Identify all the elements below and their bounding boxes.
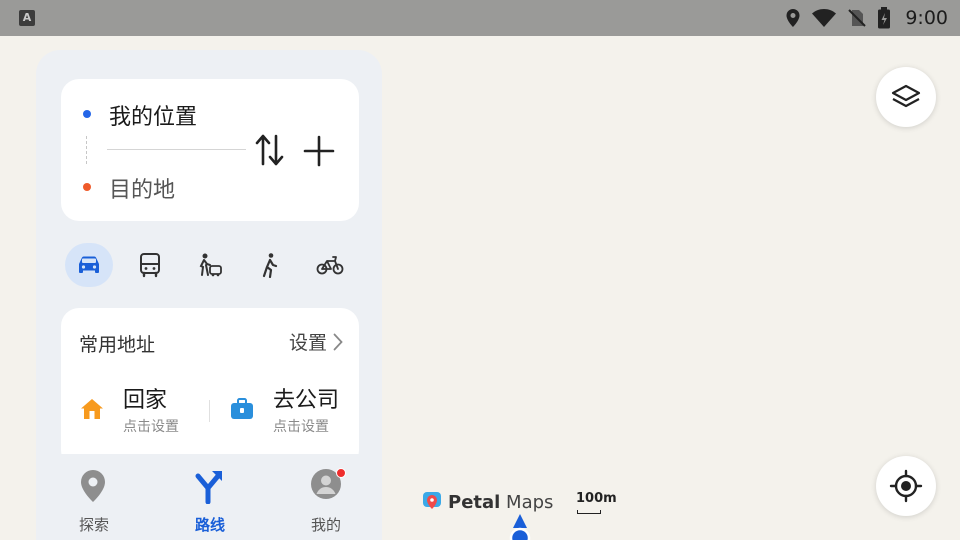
home-label: 回家: [123, 388, 168, 413]
battery-icon: [878, 7, 891, 29]
swap-route-icon[interactable]: [254, 132, 286, 168]
favorite-home[interactable]: 回家 点击设置: [79, 382, 209, 438]
route-divider: [107, 149, 246, 150]
notification-badge: [336, 468, 346, 478]
nav-mine[interactable]: 我的: [286, 468, 366, 534]
mode-transit[interactable]: [126, 243, 174, 287]
location-icon: [786, 9, 800, 27]
bike-icon: [316, 256, 344, 275]
walk-icon: [262, 253, 278, 278]
nav-route[interactable]: 路线: [170, 468, 250, 534]
mode-drive[interactable]: [65, 243, 113, 287]
wifi-icon: [812, 9, 837, 27]
start-dot-icon: [83, 110, 91, 118]
nav-mine-label: 我的: [310, 516, 341, 534]
status-bar: A 9:00: [0, 0, 960, 36]
bus-icon: [140, 253, 160, 278]
crosshair-icon: [889, 469, 923, 503]
mode-walk[interactable]: [246, 243, 294, 287]
nav-explore[interactable]: 探索: [54, 468, 134, 534]
favorite-work[interactable]: 去公司 点击设置: [229, 382, 359, 438]
briefcase-icon: [231, 398, 253, 419]
layers-icon: [891, 84, 921, 108]
car-icon: [79, 256, 99, 273]
scale-label: 100m: [576, 491, 617, 506]
map-scale: 100m: [576, 491, 617, 515]
route-input-card: 我的位置 目的地: [61, 79, 359, 221]
favorite-places-card: 常用地址 设置 回家 点击设置 去公司 点击设置: [61, 308, 359, 468]
current-location-marker-icon: [509, 514, 531, 540]
my-location-button[interactable]: [876, 456, 936, 516]
bottom-navigation: 探索 路线 我的: [36, 454, 382, 540]
taxi-icon: [199, 253, 222, 277]
start-location-field[interactable]: 我的位置: [109, 99, 197, 131]
app-notification-icon: A: [19, 10, 35, 26]
home-sub-label: 点击设置: [123, 419, 179, 435]
nav-explore-label: 探索: [78, 516, 109, 534]
no-sim-icon: [848, 9, 867, 27]
add-waypoint-icon[interactable]: [301, 134, 337, 168]
petal-maps-wordmark: Petal Maps: [448, 491, 554, 513]
favorites-settings-label: 设置: [288, 332, 327, 354]
route-fork-icon: [195, 471, 222, 504]
status-icons: 9:00: [785, 0, 948, 36]
travel-mode-selector: [65, 243, 365, 287]
petal-maps-logo: Petal Maps: [422, 490, 553, 514]
chevron-right-icon: [333, 333, 343, 350]
route-panel: 我的位置 目的地 常用地址 设置 回家 点击设置 去公司 点击设置 探索 路线 …: [36, 50, 382, 540]
favorites-settings-link[interactable]: 设置: [289, 328, 343, 355]
mode-taxi[interactable]: [186, 243, 234, 287]
mode-bike[interactable]: [306, 243, 354, 287]
map-pin-icon: [81, 470, 105, 502]
favorites-title: 常用地址: [79, 334, 156, 356]
work-label: 去公司: [273, 388, 340, 413]
map-layers-button[interactable]: [876, 67, 936, 127]
petal-maps-logo-icon: [423, 492, 441, 509]
scale-bar: [577, 510, 601, 514]
home-icon: [81, 399, 103, 419]
clock: 9:00: [905, 7, 948, 29]
favorites-divider: [209, 400, 210, 422]
destination-field[interactable]: 目的地: [109, 172, 175, 204]
end-dot-icon: [83, 183, 91, 191]
work-sub-label: 点击设置: [273, 419, 329, 435]
nav-route-label: 路线: [194, 516, 225, 534]
route-connector: [86, 136, 87, 164]
